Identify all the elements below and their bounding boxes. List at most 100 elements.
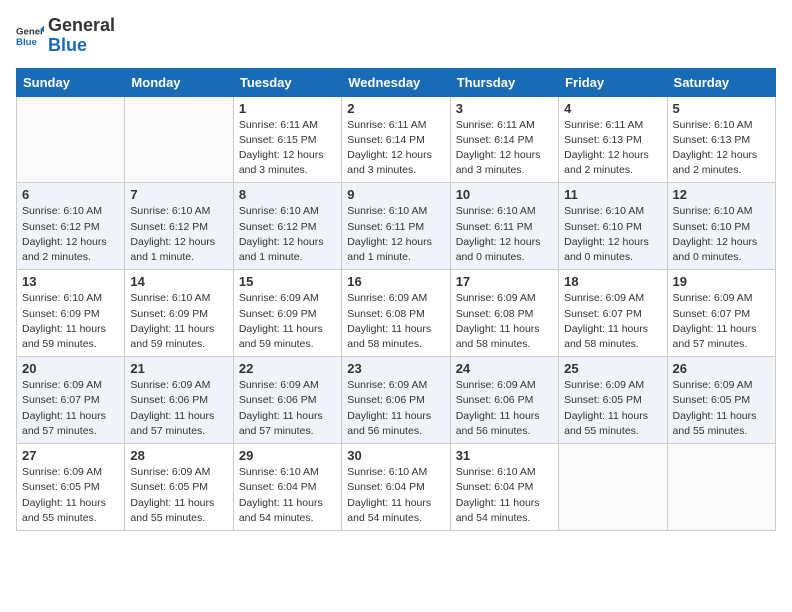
calendar-cell: 11 Sunrise: 6:10 AM Sunset: 6:10 PM Dayli… xyxy=(559,183,667,270)
day-info: Sunrise: 6:10 AM Sunset: 6:13 PM Dayligh… xyxy=(673,118,770,179)
day-number: 9 xyxy=(347,187,444,202)
calendar-cell: 18Sunrise: 6:09 AM Sunset: 6:07 PM Dayli… xyxy=(559,270,667,357)
day-info: Sunrise: 6:11 AM Sunset: 6:14 PM Dayligh… xyxy=(456,118,553,179)
day-info: Sunrise: 6:10 AM Sunset: 6:04 PM Dayligh… xyxy=(347,465,444,526)
svg-text:Blue: Blue xyxy=(16,37,37,48)
day-number: 30 xyxy=(347,448,444,463)
page-header: General Blue GeneralBlue xyxy=(16,16,776,56)
calendar-cell: 7Sunrise: 6:10 AM Sunset: 6:12 PM Daylig… xyxy=(125,183,233,270)
day-number: 15 xyxy=(239,274,336,289)
day-of-week-header: Saturday xyxy=(667,68,775,96)
day-of-week-header: Sunday xyxy=(17,68,125,96)
day-of-week-header: Wednesday xyxy=(342,68,450,96)
day-info: Sunrise: 6:11 AM Sunset: 6:13 PM Dayligh… xyxy=(564,118,661,179)
day-info: Sunrise: 6:10 AM Sunset: 6:09 PM Dayligh… xyxy=(130,291,227,352)
calendar-cell: 19 Sunrise: 6:09 AM Sunset: 6:07 PM Dayli… xyxy=(667,270,775,357)
day-number: 3 xyxy=(456,101,553,116)
calendar-cell: 16 Sunrise: 6:09 AM Sunset: 6:08 PM Dayli… xyxy=(342,270,450,357)
day-of-week-header: Friday xyxy=(559,68,667,96)
calendar-cell: 29Sunrise: 6:10 AM Sunset: 6:04 PM Dayli… xyxy=(233,444,341,531)
calendar-cell: 6 Sunrise: 6:10 AM Sunset: 6:12 PM Daylig… xyxy=(17,183,125,270)
day-number: 6 xyxy=(22,187,119,202)
day-number: 19 xyxy=(673,274,770,289)
calendar-cell: 4 Sunrise: 6:11 AM Sunset: 6:13 PM Daylig… xyxy=(559,96,667,183)
calendar-cell: 2 Sunrise: 6:11 AM Sunset: 6:14 PM Daylig… xyxy=(342,96,450,183)
calendar-cell xyxy=(17,96,125,183)
day-info: Sunrise: 6:10 AM Sunset: 6:09 PM Dayligh… xyxy=(22,291,119,352)
day-info: Sunrise: 6:09 AM Sunset: 6:06 PM Dayligh… xyxy=(130,378,227,439)
calendar-cell: 1 Sunrise: 6:11 AM Sunset: 6:15 PM Daylig… xyxy=(233,96,341,183)
day-info: Sunrise: 6:09 AM Sunset: 6:07 PM Dayligh… xyxy=(673,291,770,352)
calendar-table: SundayMondayTuesdayWednesdayThursdayFrid… xyxy=(16,68,776,531)
day-number: 5 xyxy=(673,101,770,116)
day-of-week-header: Monday xyxy=(125,68,233,96)
calendar-cell: 14 Sunrise: 6:10 AM Sunset: 6:09 PM Dayli… xyxy=(125,270,233,357)
day-info: Sunrise: 6:09 AM Sunset: 6:08 PM Dayligh… xyxy=(347,291,444,352)
day-number: 1 xyxy=(239,101,336,116)
calendar-cell: 15 Sunrise: 6:09 AM Sunset: 6:09 PM Dayli… xyxy=(233,270,341,357)
day-info: Sunrise: 6:09 AM Sunset: 6:07 PM Dayligh… xyxy=(22,378,119,439)
calendar-cell: 8 Sunrise: 6:10 AM Sunset: 6:12 PM Daylig… xyxy=(233,183,341,270)
day-number: 11 xyxy=(564,187,661,202)
day-info: Sunrise: 6:09 AM Sunset: 6:05 PM Dayligh… xyxy=(564,378,661,439)
calendar-cell: 21 Sunrise: 6:09 AM Sunset: 6:06 PM Dayli… xyxy=(125,357,233,444)
calendar-cell: 5 Sunrise: 6:10 AM Sunset: 6:13 PM Daylig… xyxy=(667,96,775,183)
day-info: Sunrise: 6:10 AM Sunset: 6:12 PM Dayligh… xyxy=(130,204,227,265)
day-info: Sunrise: 6:10 AM Sunset: 6:12 PM Dayligh… xyxy=(239,204,336,265)
day-info: Sunrise: 6:10 AM Sunset: 6:04 PM Dayligh… xyxy=(239,465,336,526)
calendar-cell: 31Sunrise: 6:10 AM Sunset: 6:04 PM Dayli… xyxy=(450,444,558,531)
day-info: Sunrise: 6:10 AM Sunset: 6:10 PM Dayligh… xyxy=(564,204,661,265)
calendar-cell: 10Sunrise: 6:10 AM Sunset: 6:11 PM Dayli… xyxy=(450,183,558,270)
day-info: Sunrise: 6:10 AM Sunset: 6:12 PM Dayligh… xyxy=(22,204,119,265)
calendar-cell xyxy=(667,444,775,531)
day-number: 4 xyxy=(564,101,661,116)
day-info: Sunrise: 6:10 AM Sunset: 6:11 PM Dayligh… xyxy=(347,204,444,265)
day-number: 21 xyxy=(130,361,227,376)
day-number: 27 xyxy=(22,448,119,463)
calendar-cell: 23Sunrise: 6:09 AM Sunset: 6:06 PM Dayli… xyxy=(342,357,450,444)
day-number: 22 xyxy=(239,361,336,376)
calendar-cell: 13 Sunrise: 6:10 AM Sunset: 6:09 PM Dayli… xyxy=(17,270,125,357)
day-of-week-header: Tuesday xyxy=(233,68,341,96)
day-of-week-header: Thursday xyxy=(450,68,558,96)
day-number: 25 xyxy=(564,361,661,376)
day-number: 2 xyxy=(347,101,444,116)
day-number: 20 xyxy=(22,361,119,376)
day-number: 14 xyxy=(130,274,227,289)
calendar-cell xyxy=(559,444,667,531)
calendar-cell: 28 Sunrise: 6:09 AM Sunset: 6:05 PM Dayli… xyxy=(125,444,233,531)
calendar-cell: 12 Sunrise: 6:10 AM Sunset: 6:10 PM Dayli… xyxy=(667,183,775,270)
calendar-cell xyxy=(125,96,233,183)
day-info: Sunrise: 6:10 AM Sunset: 6:10 PM Dayligh… xyxy=(673,204,770,265)
calendar-cell: 22 Sunrise: 6:09 AM Sunset: 6:06 PM Dayli… xyxy=(233,357,341,444)
logo-icon: General Blue xyxy=(16,22,44,50)
day-number: 12 xyxy=(673,187,770,202)
day-info: Sunrise: 6:09 AM Sunset: 6:08 PM Dayligh… xyxy=(456,291,553,352)
day-number: 13 xyxy=(22,274,119,289)
day-number: 23 xyxy=(347,361,444,376)
calendar-cell: 20 Sunrise: 6:09 AM Sunset: 6:07 PM Dayli… xyxy=(17,357,125,444)
day-info: Sunrise: 6:09 AM Sunset: 6:09 PM Dayligh… xyxy=(239,291,336,352)
day-info: Sunrise: 6:11 AM Sunset: 6:14 PM Dayligh… xyxy=(347,118,444,179)
calendar-cell: 3 Sunrise: 6:11 AM Sunset: 6:14 PM Daylig… xyxy=(450,96,558,183)
calendar-cell: 26 Sunrise: 6:09 AM Sunset: 6:05 PM Dayli… xyxy=(667,357,775,444)
day-info: Sunrise: 6:11 AM Sunset: 6:15 PM Dayligh… xyxy=(239,118,336,179)
day-number: 8 xyxy=(239,187,336,202)
svg-text:General: General xyxy=(16,26,44,37)
day-info: Sunrise: 6:09 AM Sunset: 6:06 PM Dayligh… xyxy=(456,378,553,439)
calendar-cell: 27 Sunrise: 6:09 AM Sunset: 6:05 PM Dayli… xyxy=(17,444,125,531)
calendar-cell: 9 Sunrise: 6:10 AM Sunset: 6:11 PM Daylig… xyxy=(342,183,450,270)
day-info: Sunrise: 6:10 AM Sunset: 6:11 PM Dayligh… xyxy=(456,204,553,265)
day-number: 24 xyxy=(456,361,553,376)
day-info: Sunrise: 6:09 AM Sunset: 6:06 PM Dayligh… xyxy=(239,378,336,439)
day-number: 26 xyxy=(673,361,770,376)
day-number: 28 xyxy=(130,448,227,463)
calendar-cell: 30 Sunrise: 6:10 AM Sunset: 6:04 PM Dayli… xyxy=(342,444,450,531)
day-info: Sunrise: 6:09 AM Sunset: 6:05 PM Dayligh… xyxy=(22,465,119,526)
day-number: 16 xyxy=(347,274,444,289)
day-number: 18 xyxy=(564,274,661,289)
day-number: 17 xyxy=(456,274,553,289)
day-info: Sunrise: 6:09 AM Sunset: 6:05 PM Dayligh… xyxy=(130,465,227,526)
calendar-cell: 17 Sunrise: 6:09 AM Sunset: 6:08 PM Dayli… xyxy=(450,270,558,357)
day-info: Sunrise: 6:09 AM Sunset: 6:05 PM Dayligh… xyxy=(673,378,770,439)
